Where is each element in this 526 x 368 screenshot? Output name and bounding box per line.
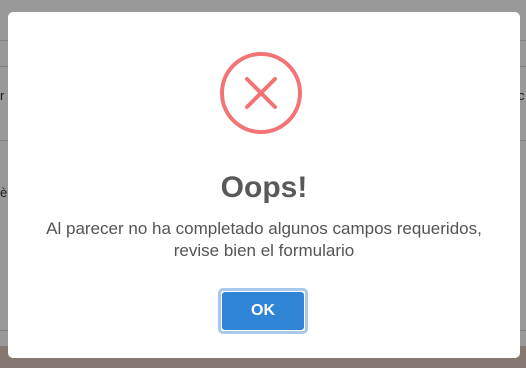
- dialog-message: Al parecer no ha completado algunos camp…: [28, 218, 500, 262]
- ok-button-label: OK: [222, 292, 304, 330]
- dialog-message-line: revise bien el formulario: [173, 241, 355, 260]
- error-x-icon: [220, 52, 302, 134]
- ok-button[interactable]: OK: [218, 288, 308, 334]
- alert-dialog: Oops! Al parecer no ha completado alguno…: [8, 12, 520, 358]
- dialog-title: Oops!: [220, 171, 308, 204]
- dialog-message-line: Al parecer no ha completado algunos camp…: [46, 219, 482, 238]
